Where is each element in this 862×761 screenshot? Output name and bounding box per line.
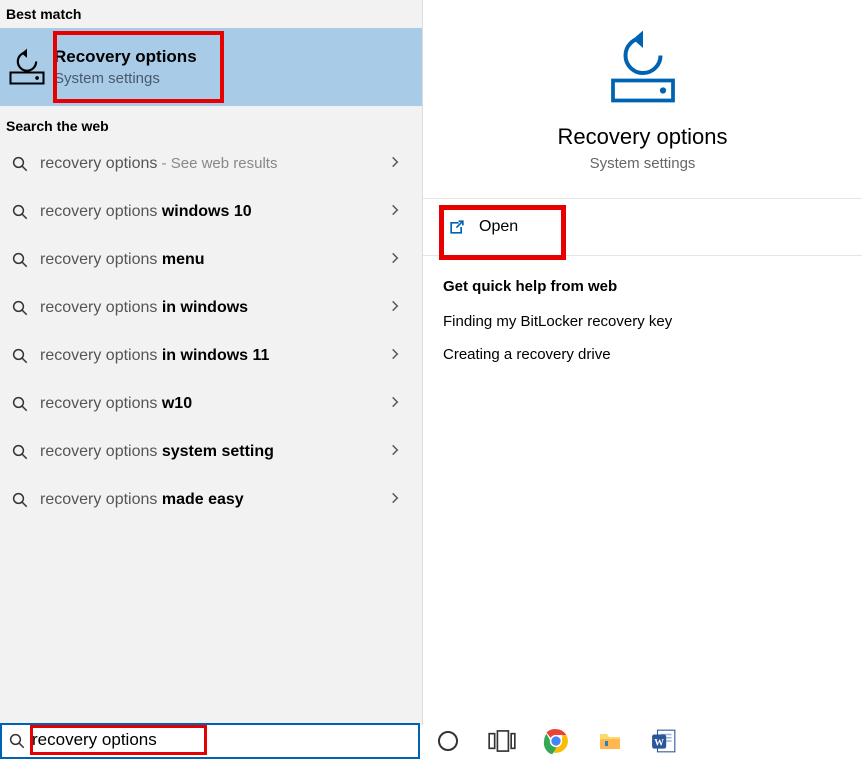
- search-input[interactable]: [32, 730, 418, 752]
- web-result-label: recovery options windows 10: [34, 203, 388, 221]
- web-result-item[interactable]: recovery options menu: [0, 236, 422, 284]
- chevron-right-icon: [388, 155, 408, 174]
- open-external-icon: [447, 217, 467, 237]
- chevron-right-icon: [388, 347, 408, 366]
- search-icon: [2, 732, 32, 750]
- best-match-header: Best match: [0, 0, 422, 28]
- chevron-right-icon: [388, 299, 408, 318]
- recovery-disk-icon-large: [603, 28, 683, 108]
- web-result-label: recovery options - See web results: [34, 155, 388, 173]
- search-icon: [6, 150, 34, 178]
- web-result-label: recovery options in windows: [34, 299, 388, 317]
- web-result-item[interactable]: recovery options - See web results: [0, 140, 422, 188]
- taskbar: W: [0, 721, 862, 761]
- search-web-header: Search the web: [0, 112, 422, 140]
- web-result-item[interactable]: recovery options windows 10: [0, 188, 422, 236]
- best-match-subtitle: System settings: [54, 70, 197, 87]
- search-icon: [6, 390, 34, 418]
- chevron-right-icon: [388, 491, 408, 510]
- chevron-right-icon: [388, 395, 408, 414]
- best-match-item[interactable]: Recovery options System settings: [0, 28, 422, 106]
- word-icon[interactable]: W: [650, 727, 678, 755]
- search-icon: [6, 486, 34, 514]
- help-link[interactable]: Finding my BitLocker recovery key: [443, 313, 842, 330]
- taskbar-search-box[interactable]: [0, 723, 420, 759]
- web-result-item[interactable]: recovery options in windows 11: [0, 332, 422, 380]
- chevron-right-icon: [388, 443, 408, 462]
- web-result-item[interactable]: recovery options system setting: [0, 428, 422, 476]
- best-match-title: Recovery options: [54, 47, 197, 67]
- help-section-title: Get quick help from web: [443, 278, 842, 295]
- web-result-label: recovery options menu: [34, 251, 388, 269]
- web-result-item[interactable]: recovery options made easy: [0, 476, 422, 524]
- search-icon: [6, 246, 34, 274]
- web-result-label: recovery options w10: [34, 395, 388, 413]
- details-title: Recovery options: [558, 124, 728, 150]
- chevron-right-icon: [388, 203, 408, 222]
- web-result-item[interactable]: recovery options in windows: [0, 284, 422, 332]
- search-icon: [6, 342, 34, 370]
- web-result-item[interactable]: recovery options w10: [0, 380, 422, 428]
- task-view-icon[interactable]: [488, 727, 516, 755]
- chevron-right-icon: [388, 251, 408, 270]
- help-link[interactable]: Creating a recovery drive: [443, 346, 842, 363]
- web-result-label: recovery options system setting: [34, 443, 388, 461]
- details-hero: Recovery options System settings: [423, 0, 862, 199]
- open-label: Open: [479, 218, 518, 236]
- cortana-icon[interactable]: [434, 727, 462, 755]
- search-icon: [6, 294, 34, 322]
- file-explorer-icon[interactable]: [596, 727, 624, 755]
- open-button[interactable]: Open: [443, 211, 842, 243]
- recovery-disk-icon: [4, 44, 50, 90]
- details-subtitle: System settings: [590, 155, 696, 172]
- chrome-icon[interactable]: [542, 727, 570, 755]
- search-icon: [6, 198, 34, 226]
- web-result-label: recovery options made easy: [34, 491, 388, 509]
- search-icon: [6, 438, 34, 466]
- web-result-label: recovery options in windows 11: [34, 347, 388, 365]
- svg-text:W: W: [654, 737, 664, 748]
